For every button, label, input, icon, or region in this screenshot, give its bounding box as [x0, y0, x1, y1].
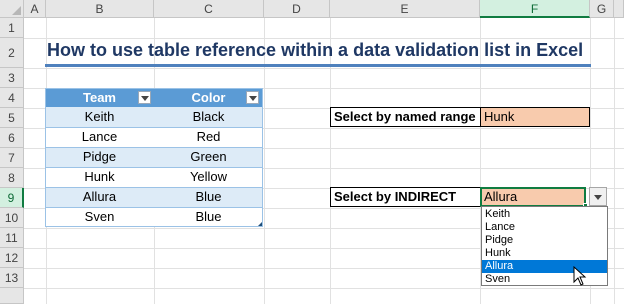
- dropdown-option[interactable]: Hunk: [482, 247, 607, 260]
- gridline-h: [24, 38, 624, 39]
- column-header-a[interactable]: A: [24, 0, 46, 18]
- cell-color[interactable]: Green: [154, 147, 263, 167]
- table-header-team-label: Team: [83, 90, 116, 105]
- cell-color[interactable]: Black: [154, 107, 263, 127]
- select-all-corner[interactable]: [0, 0, 24, 18]
- row-header-10[interactable]: 10: [0, 208, 24, 228]
- page-title: How to use table reference within a data…: [47, 40, 584, 60]
- row-header-3[interactable]: 3: [0, 68, 24, 88]
- gridline-h: [24, 68, 624, 69]
- mouse-cursor-icon: [573, 266, 587, 286]
- select-all-triangle: [12, 6, 21, 15]
- title-underline: [45, 64, 591, 67]
- table-row[interactable]: Sven Blue: [45, 207, 263, 227]
- table-row-divider: [45, 207, 263, 208]
- table-row-divider: [45, 127, 263, 128]
- table-row[interactable]: Allura Blue: [45, 187, 263, 207]
- column-header-h[interactable]: [614, 0, 624, 18]
- table-row-divider: [45, 147, 263, 148]
- cell-team[interactable]: Pidge: [45, 147, 154, 167]
- table-row[interactable]: Hunk Yellow: [45, 167, 263, 187]
- cell-color[interactable]: Red: [154, 127, 263, 147]
- dropdown-option[interactable]: Lance: [482, 221, 607, 234]
- gridline-v: [614, 18, 615, 304]
- cell-color[interactable]: Blue: [154, 207, 263, 227]
- column-header-c[interactable]: C: [154, 0, 264, 18]
- named-range-label: Select by named range: [330, 107, 481, 127]
- cell-team[interactable]: Keith: [45, 107, 154, 127]
- row-header-5[interactable]: 5: [0, 108, 24, 128]
- table-row[interactable]: Keith Black: [45, 107, 263, 127]
- row-header-7[interactable]: 7: [0, 148, 24, 168]
- indirect-value-cell[interactable]: Allura: [480, 187, 586, 207]
- cell-color[interactable]: Yellow: [154, 167, 263, 187]
- dropdown-option-highlighted[interactable]: Allura: [482, 260, 607, 273]
- table-resize-handle-icon[interactable]: [258, 222, 262, 226]
- column-header-b[interactable]: B: [46, 0, 154, 18]
- row-header-8[interactable]: 8: [0, 168, 24, 188]
- filter-dropdown-icon[interactable]: [138, 91, 151, 104]
- indirect-label: Select by INDIRECT: [330, 187, 481, 207]
- dropdown-option[interactable]: Keith: [482, 208, 607, 221]
- column-header-d[interactable]: D: [264, 0, 330, 18]
- row-header-12[interactable]: 12: [0, 248, 24, 268]
- row-header-9[interactable]: 9: [0, 188, 24, 208]
- table-header-team[interactable]: Team: [45, 88, 154, 107]
- gridline-h: [24, 288, 624, 289]
- validation-dropdown-list[interactable]: Keith Lance Pidge Hunk Allura Sven: [481, 206, 608, 286]
- row-header-6[interactable]: 6: [0, 128, 24, 148]
- named-range-value-cell[interactable]: Hunk: [480, 107, 590, 127]
- row-header-14[interactable]: [0, 288, 24, 304]
- row-header-13[interactable]: 13: [0, 268, 24, 288]
- cell-team[interactable]: Sven: [45, 207, 154, 227]
- row-header-4[interactable]: 4: [0, 88, 24, 108]
- chevron-down-icon[interactable]: [589, 187, 607, 206]
- cell-team[interactable]: Lance: [45, 127, 154, 147]
- cell-team[interactable]: Allura: [45, 187, 154, 207]
- column-header-f[interactable]: F: [480, 0, 590, 18]
- column-header-g[interactable]: G: [590, 0, 614, 18]
- row-header-1[interactable]: 1: [0, 18, 24, 38]
- filter-dropdown-icon[interactable]: [246, 91, 259, 104]
- row-header-2[interactable]: 2: [0, 38, 24, 68]
- table-row[interactable]: Pidge Green: [45, 147, 263, 167]
- dropdown-option[interactable]: Sven: [482, 273, 607, 286]
- dropdown-option[interactable]: Pidge: [482, 234, 607, 247]
- table-header-color-label: Color: [191, 90, 226, 105]
- table-row-divider: [45, 187, 263, 188]
- table-header-color[interactable]: Color: [154, 88, 263, 107]
- cell-color[interactable]: Blue: [154, 187, 263, 207]
- row-header-11[interactable]: 11: [0, 228, 24, 248]
- cell-team[interactable]: Hunk: [45, 167, 154, 187]
- table-row[interactable]: Lance Red: [45, 127, 263, 147]
- table-row-divider: [45, 167, 263, 168]
- column-header-e[interactable]: E: [330, 0, 480, 18]
